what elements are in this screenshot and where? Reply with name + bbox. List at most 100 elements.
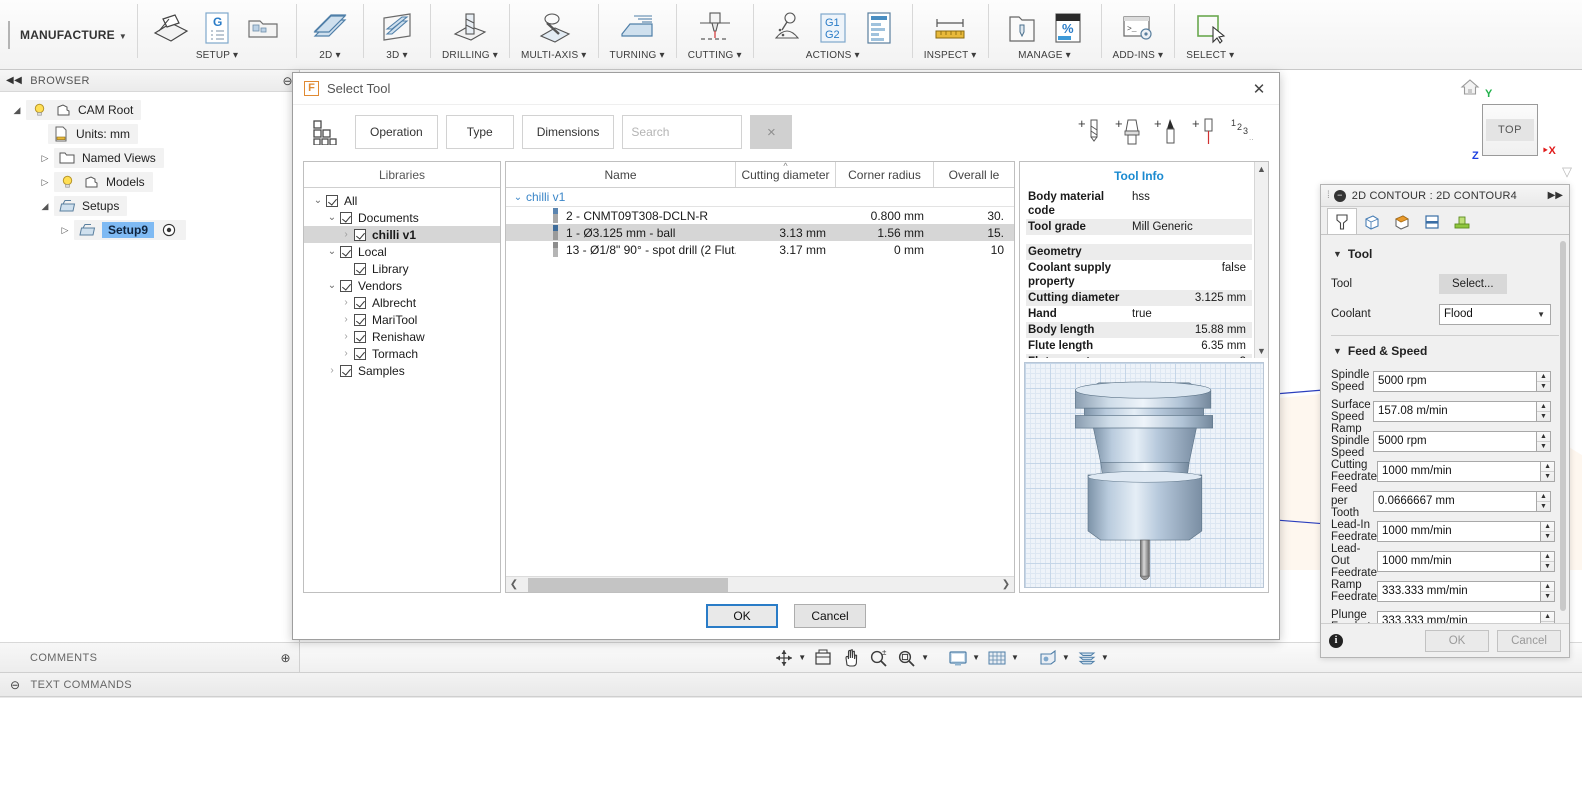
lead-in-feedrate-input[interactable]: [1377, 520, 1541, 542]
chevron-down-icon[interactable]: ⌄: [324, 246, 340, 257]
stepper-down-icon[interactable]: ▼: [1537, 412, 1550, 421]
look-at-icon[interactable]: [810, 645, 836, 671]
checkbox[interactable]: [354, 347, 366, 360]
chevron-right-icon[interactable]: ›: [338, 314, 354, 325]
chevron-down-icon[interactable]: ▼: [1011, 653, 1019, 662]
numbering-icon[interactable]: 1 2 3..: [1229, 113, 1257, 151]
ramp-feedrate-input[interactable]: [1377, 580, 1541, 602]
filter-dimensions-button[interactable]: Dimensions: [521, 115, 615, 149]
column-header-corner-radius[interactable]: Corner radius: [836, 162, 934, 187]
stepper-buttons[interactable]: ▲▼: [1536, 400, 1551, 422]
milling-3d-icon[interactable]: [375, 6, 419, 50]
stepper-down-icon[interactable]: ▼: [1537, 502, 1550, 511]
tool-info-scrollbar[interactable]: ▲ ▼: [1254, 162, 1268, 358]
tab-linking[interactable]: [1447, 208, 1477, 234]
view-cube[interactable]: Y TOP ‣X Z ▽: [1430, 72, 1576, 184]
tool-library-icon[interactable]: [1000, 6, 1044, 50]
stepper-down-icon[interactable]: ▼: [1541, 472, 1554, 481]
tree-item-models[interactable]: ▷ Models: [0, 170, 299, 194]
tree-item-cam-root[interactable]: ◢ CAM Root: [0, 98, 299, 122]
scrollbar-track[interactable]: [522, 577, 998, 592]
ok-button[interactable]: OK: [706, 604, 778, 628]
table-row[interactable]: 13 - Ø1/8" 90° - spot drill (2 Flut... 3…: [506, 241, 1014, 258]
lead-in-feedrate-stepper[interactable]: ▲▼: [1377, 520, 1556, 542]
stepper-up-icon[interactable]: ▲: [1541, 462, 1555, 472]
stepper-up-icon[interactable]: ▲: [1541, 552, 1555, 562]
post-process-icon[interactable]: [857, 6, 901, 50]
stepper-up-icon[interactable]: ▲: [1537, 492, 1550, 502]
stepper-up-icon[interactable]: ▲: [1541, 612, 1555, 622]
probe-icon[interactable]: [765, 6, 809, 50]
lead-out-feedrate-stepper[interactable]: ▲▼: [1377, 550, 1556, 572]
cancel-button[interactable]: Cancel: [794, 604, 866, 628]
scroll-down-icon[interactable]: ▼: [1257, 344, 1266, 358]
checkbox[interactable]: [354, 296, 366, 309]
workspace-switcher[interactable]: MANUFACTURE ▼: [0, 0, 131, 70]
g1-g2-icon[interactable]: G1 G2: [811, 6, 855, 50]
add-ins-icon[interactable]: >_: [1116, 6, 1160, 50]
library-node-all[interactable]: ⌄ All: [304, 192, 500, 209]
chevron-right-icon[interactable]: ›: [324, 365, 340, 376]
chevron-down-icon[interactable]: ⌄: [324, 280, 340, 291]
chevron-down-icon[interactable]: ▼: [921, 653, 929, 662]
machining-time-icon[interactable]: %: [1046, 6, 1090, 50]
stepper-up-icon[interactable]: ▲: [1541, 522, 1555, 532]
checkbox[interactable]: [340, 279, 352, 292]
stepper-up-icon[interactable]: ▲: [1537, 372, 1550, 382]
checkbox[interactable]: [354, 228, 366, 241]
section-header-feed-speed[interactable]: ▼ Feed & Speed: [1333, 344, 1567, 358]
lightbulb-icon[interactable]: [58, 174, 76, 190]
display-settings-icon[interactable]: ▼: [945, 645, 982, 671]
setup-icon[interactable]: [149, 6, 193, 50]
workspace-label[interactable]: MANUFACTURE ▼: [20, 28, 131, 42]
ribbon-group-label[interactable]: DRILLING ▾: [442, 50, 498, 61]
stepper-up-icon[interactable]: ▲: [1541, 582, 1555, 592]
zoom-icon[interactable]: ±: [866, 645, 892, 671]
ribbon-group-label[interactable]: MULTI-AXIS ▾: [521, 50, 587, 61]
ribbon-group-label[interactable]: 2D ▾: [319, 50, 340, 61]
table-horizontal-scrollbar[interactable]: ❮ ❯: [506, 576, 1014, 592]
scrollbar-thumb[interactable]: [528, 577, 728, 592]
plunge-feedrate-input[interactable]: [1377, 610, 1541, 623]
checkbox[interactable]: [340, 245, 352, 258]
collapse-icon[interactable]: ⊖: [10, 678, 20, 692]
folder-setup-icon[interactable]: [241, 6, 285, 50]
drag-handle[interactable]: ⁞: [1327, 190, 1330, 201]
collapse-icon[interactable]: −: [1333, 189, 1346, 202]
select-icon[interactable]: [1188, 6, 1232, 50]
feed-per-tooth-stepper[interactable]: ▲▼: [1373, 490, 1551, 512]
table-row[interactable]: 1 - Ø3.125 mm - ball 3.13 mm 1.56 mm 15.: [506, 224, 1014, 241]
chevron-right-icon[interactable]: ›: [338, 229, 354, 240]
stepper-buttons[interactable]: ▲▼: [1536, 430, 1551, 452]
lightbulb-icon[interactable]: [30, 102, 48, 118]
stepper-buttons[interactable]: ▲▼: [1536, 490, 1551, 512]
multi-axis-icon[interactable]: [532, 6, 576, 50]
cutting-feedrate-stepper[interactable]: ▲▼: [1377, 460, 1556, 482]
new-mill-tool-icon[interactable]: +: [1077, 113, 1105, 151]
milling-2d-icon[interactable]: [308, 6, 352, 50]
tab-geometry[interactable]: [1357, 208, 1387, 234]
checkbox[interactable]: [354, 330, 366, 343]
column-header-cutting-diameter[interactable]: ^ Cutting diameter: [736, 161, 836, 187]
cutting-feedrate-input[interactable]: [1377, 460, 1541, 482]
chevron-right-icon[interactable]: ›: [338, 348, 354, 359]
drilling-icon[interactable]: [448, 6, 492, 50]
expand-icon[interactable]: ▶▶: [1548, 190, 1563, 201]
expand-arrow-icon[interactable]: ▷: [36, 177, 54, 188]
info-icon[interactable]: i: [1329, 633, 1343, 648]
stepper-down-icon[interactable]: ▼: [1541, 532, 1554, 541]
tree-item-setups[interactable]: ◢ Setups: [0, 194, 299, 218]
section-header-tool[interactable]: ▼ Tool: [1333, 247, 1567, 261]
tree-item-named-views[interactable]: ▷ Named Views: [0, 146, 299, 170]
stepper-buttons[interactable]: ▲▼: [1540, 460, 1556, 482]
chevron-down-icon[interactable]: ▼: [972, 653, 980, 662]
expand-arrow-icon[interactable]: ◢: [8, 105, 26, 116]
new-holder-icon[interactable]: +: [1115, 113, 1143, 151]
search-input[interactable]: [622, 115, 743, 149]
home-icon[interactable]: [1460, 78, 1480, 101]
panel-scrollbar[interactable]: [1560, 241, 1566, 611]
chevron-down-icon[interactable]: ⌄: [310, 195, 326, 206]
clear-search-button[interactable]: ×: [750, 115, 793, 149]
chevron-right-icon[interactable]: ›: [338, 331, 354, 342]
ribbon-group-label[interactable]: 3D ▾: [386, 50, 407, 61]
